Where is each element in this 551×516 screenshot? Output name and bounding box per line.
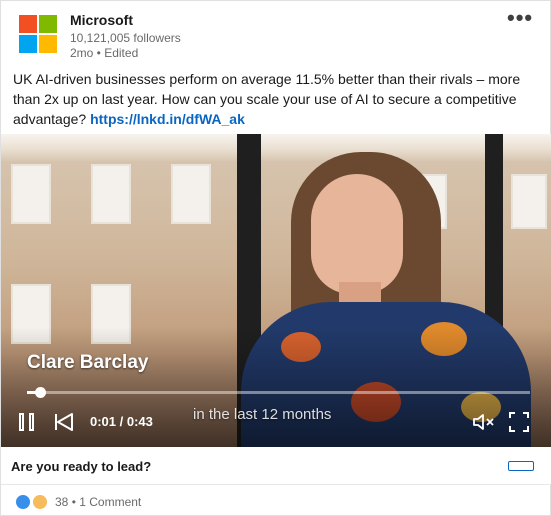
background-window	[91, 164, 131, 224]
post-header: Microsoft 10,121,005 followers 2mo • Edi…	[1, 1, 551, 63]
pause-bar-right	[29, 413, 34, 431]
video-progress-bar[interactable]	[27, 387, 530, 398]
social-text: 38 • 1 Comment	[55, 495, 141, 509]
speaker-face	[311, 174, 403, 294]
logo-red-square	[19, 15, 37, 33]
cta-button[interactable]	[508, 461, 534, 471]
feed-post-card: Microsoft 10,121,005 followers 2mo • Edi…	[0, 0, 551, 516]
logo-yellow-square	[39, 35, 57, 53]
reaction-count[interactable]: 38	[55, 495, 68, 509]
pause-icon[interactable]	[19, 413, 37, 431]
post-text: UK AI-driven businesses perform on avera…	[13, 69, 538, 129]
video-bottom-shade	[1, 327, 551, 447]
like-icon	[15, 494, 31, 510]
pause-bar-left	[19, 413, 24, 431]
previous-icon[interactable]	[54, 413, 74, 431]
insightful-icon	[32, 494, 48, 510]
follower-count: 10,121,005 followers	[70, 31, 181, 45]
video-caption: in the last 12 months	[193, 406, 332, 423]
video-progress-handle[interactable]	[35, 387, 46, 398]
background-window	[171, 164, 211, 224]
fullscreen-icon[interactable]	[509, 412, 529, 432]
video-time: 0:01 / 0:43	[90, 414, 153, 429]
cta-row[interactable]: Are you ready to lead?	[1, 447, 551, 485]
social-counts: 38 • 1 Comment	[1, 485, 551, 516]
logo-green-square	[39, 15, 57, 33]
logo-blue-square	[19, 35, 37, 53]
company-name[interactable]: Microsoft	[70, 12, 133, 28]
more-options-icon[interactable]: •••	[507, 7, 537, 29]
background-window	[11, 164, 51, 224]
microsoft-logo[interactable]	[19, 15, 57, 53]
post-link[interactable]: https://lnkd.in/dfWA_ak	[90, 111, 245, 127]
post-meta: 2mo • Edited	[70, 46, 139, 60]
speaker-name-overlay: Clare Barclay	[27, 352, 149, 373]
cta-headline[interactable]: Are you ready to lead?	[11, 459, 151, 474]
social-separator: •	[68, 495, 80, 509]
mute-icon[interactable]	[472, 412, 496, 432]
video-player[interactable]: Clare Barclay in the last 12 months 0:01…	[1, 134, 551, 447]
comment-count[interactable]: 1 Comment	[79, 495, 141, 509]
